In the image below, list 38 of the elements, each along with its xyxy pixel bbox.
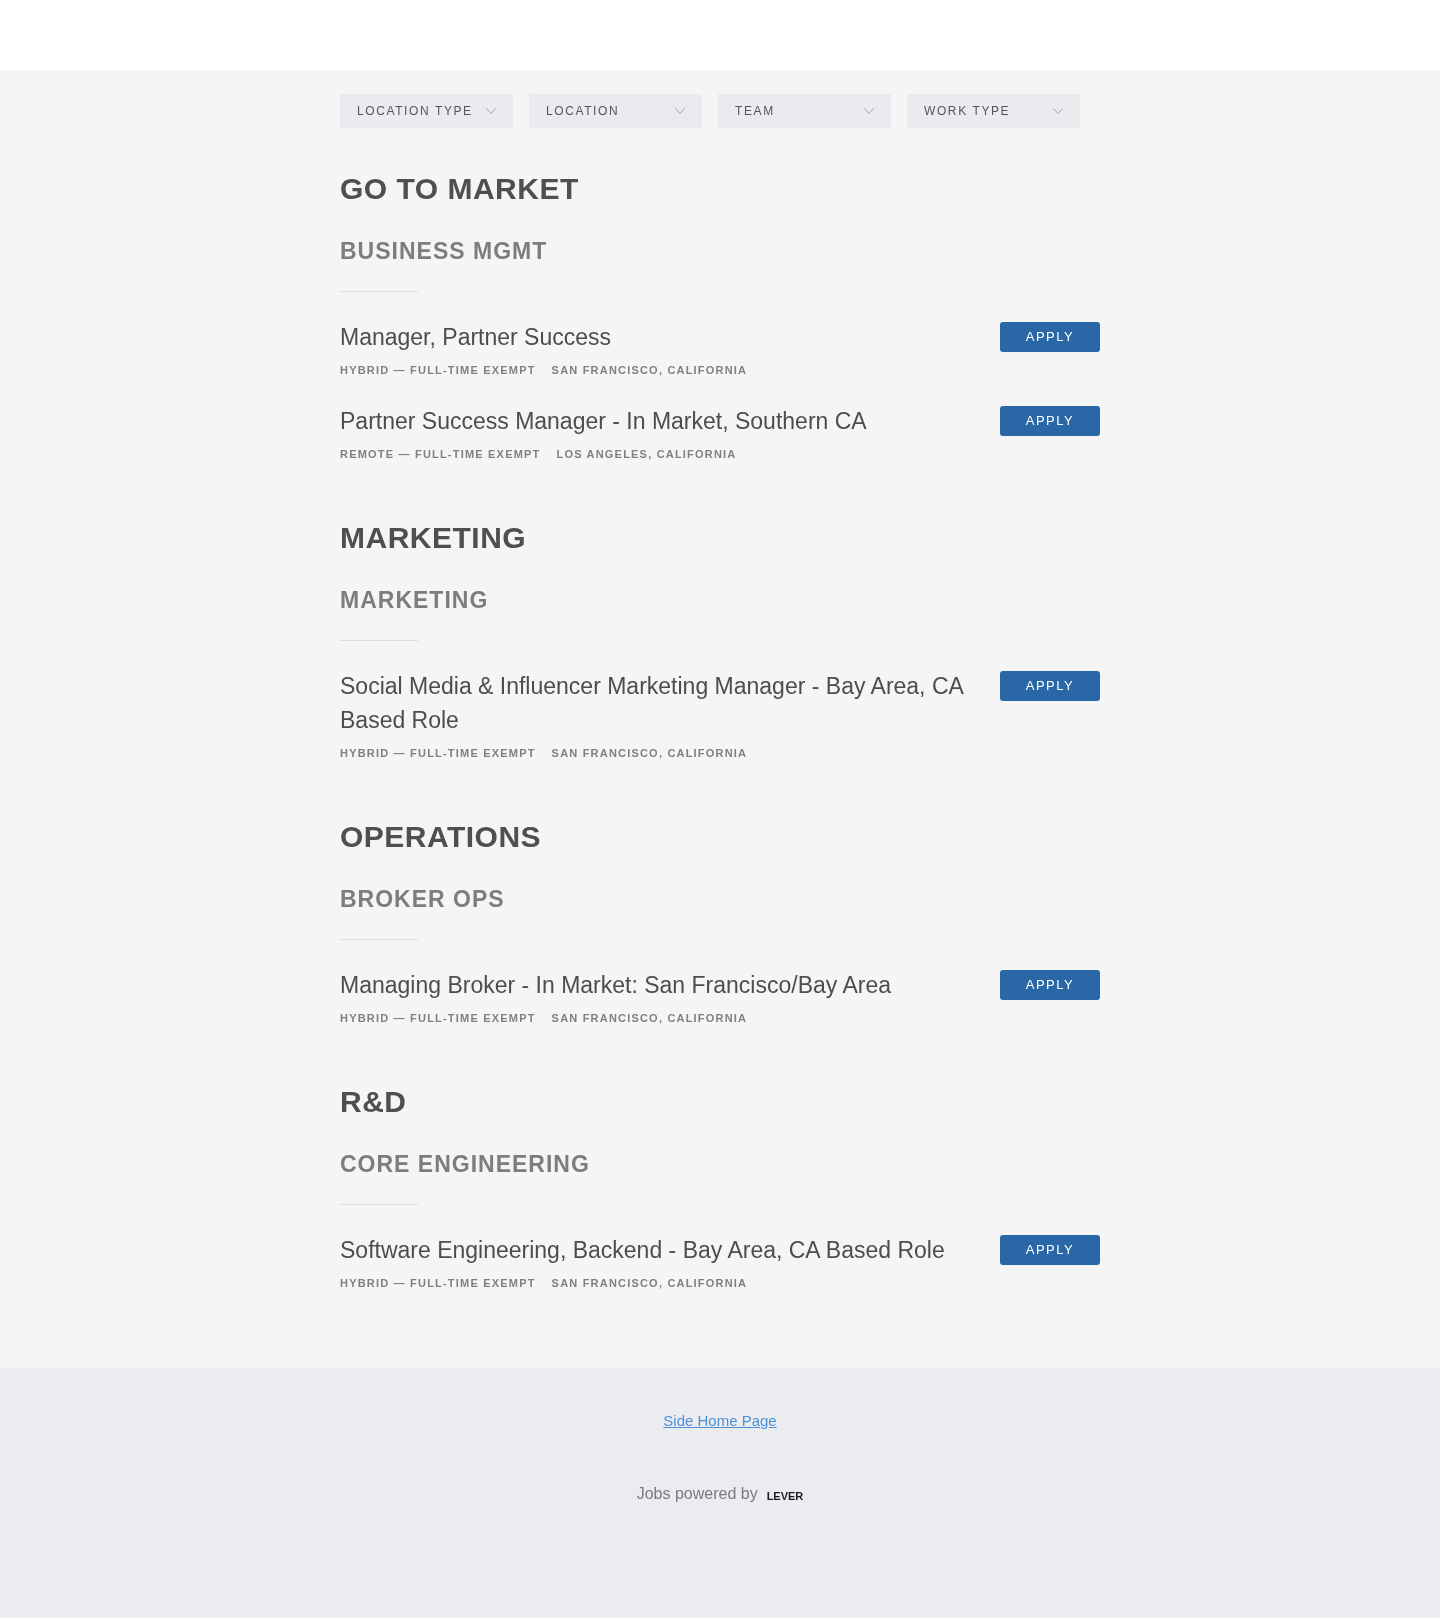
job-location-label: SAN FRANCISCO, CALIFORNIA — [551, 746, 748, 761]
lever-logo[interactable]: LEVER — [766, 1488, 804, 1503]
job-type-label: HYBRID — FULL-TIME EXEMPT — [340, 1276, 536, 1291]
caret-icon — [864, 108, 874, 114]
department-heading: OPERATIONS — [340, 819, 543, 855]
department-heading: R&D — [340, 1084, 408, 1120]
team-heading: BROKER OPS — [340, 885, 506, 914]
filter-dropdown[interactable]: LOCATION TYPE — [340, 94, 513, 128]
filter-dropdown[interactable]: WORK TYPE — [907, 94, 1080, 128]
job-location-label: SAN FRANCISCO, CALIFORNIA — [551, 1276, 748, 1291]
job-title[interactable]: Software Engineering, Backend - Bay Area, CA Based Role — [340, 1233, 984, 1267]
job-type-label: HYBRID — FULL-TIME EXEMPT — [340, 746, 536, 761]
job-title[interactable]: Manager, Partner Success — [340, 320, 984, 354]
job-type-label: HYBRID — FULL-TIME EXEMPT — [340, 1011, 536, 1026]
department-heading: MARKETING — [340, 520, 528, 556]
filter-dropdown[interactable]: TEAM — [718, 94, 891, 128]
caret-icon — [1053, 108, 1063, 114]
team-heading: MARKETING — [340, 586, 490, 615]
apply-button[interactable]: APPLY — [1000, 406, 1100, 436]
job-location-label: LOS ANGELES, CALIFORNIA — [556, 447, 737, 462]
filter-dropdown[interactable]: LOCATION — [529, 94, 702, 128]
department-heading: GO TO MARKET — [340, 171, 580, 207]
powered-by-text: Jobs powered by — [636, 1484, 758, 1504]
job-type-label: REMOTE — FULL-TIME EXEMPT — [340, 447, 541, 462]
job-location-label: SAN FRANCISCO, CALIFORNIA — [551, 1011, 748, 1026]
job-location-label: SAN FRANCISCO, CALIFORNIA — [551, 363, 748, 378]
job-title[interactable]: Social Media & Influencer Marketing Manager - Bay Area, CA Based Role — [340, 669, 984, 737]
job-title[interactable]: Partner Success Manager - In Market, Southern CA — [340, 404, 984, 438]
apply-button[interactable]: APPLY — [1000, 970, 1100, 1000]
team-heading: BUSINESS MGMT — [340, 237, 549, 266]
team-heading: CORE ENGINEERING — [340, 1150, 591, 1179]
job-type-label: HYBRID — FULL-TIME EXEMPT — [340, 363, 536, 378]
job-title[interactable]: Managing Broker - In Market: San Francisco/Bay Area — [340, 968, 984, 1002]
apply-button[interactable]: APPLY — [1000, 1235, 1100, 1265]
apply-button[interactable]: APPLY — [1000, 322, 1100, 352]
caret-icon — [675, 108, 685, 114]
caret-icon — [486, 108, 496, 114]
apply-button[interactable]: APPLY — [1000, 671, 1100, 701]
